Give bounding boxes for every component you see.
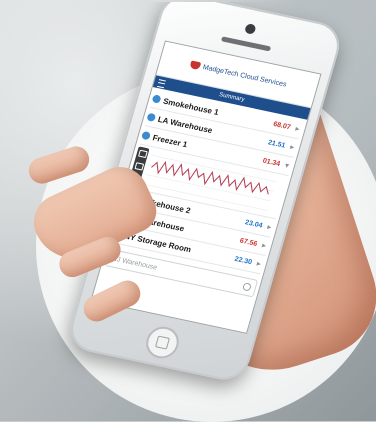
chevron-right-icon: ▸ <box>294 125 300 134</box>
menu-icon[interactable] <box>156 79 166 89</box>
search-icon[interactable] <box>241 282 252 292</box>
download-icon[interactable] <box>133 162 144 171</box>
device-reading: 67.56 <box>239 237 259 248</box>
device-reading: 68.07 <box>272 120 292 131</box>
device-icon <box>146 112 157 122</box>
home-button[interactable] <box>142 323 183 362</box>
camera <box>244 23 257 35</box>
chevron-right-icon: ▸ <box>289 143 295 152</box>
chevron-right-icon: ▸ <box>266 223 272 232</box>
device-reading: 22.30 <box>233 255 253 266</box>
device-reading: 23.04 <box>244 218 264 230</box>
device-reading: 21.51 <box>267 138 287 150</box>
list-icon[interactable] <box>137 149 148 159</box>
earpiece <box>220 36 272 52</box>
device-icon <box>141 130 152 141</box>
chevron-down-icon: ▾ <box>284 162 290 170</box>
brand-name: MadgeTech Cloud Services <box>202 63 288 89</box>
cloud-logo-icon <box>189 60 202 71</box>
chevron-right-icon: ▸ <box>261 242 267 250</box>
chevron-right-icon: ▸ <box>255 260 262 269</box>
nav-title: Summary <box>218 92 246 104</box>
device-icon <box>151 94 162 104</box>
device-reading: 01.34 <box>261 157 282 168</box>
